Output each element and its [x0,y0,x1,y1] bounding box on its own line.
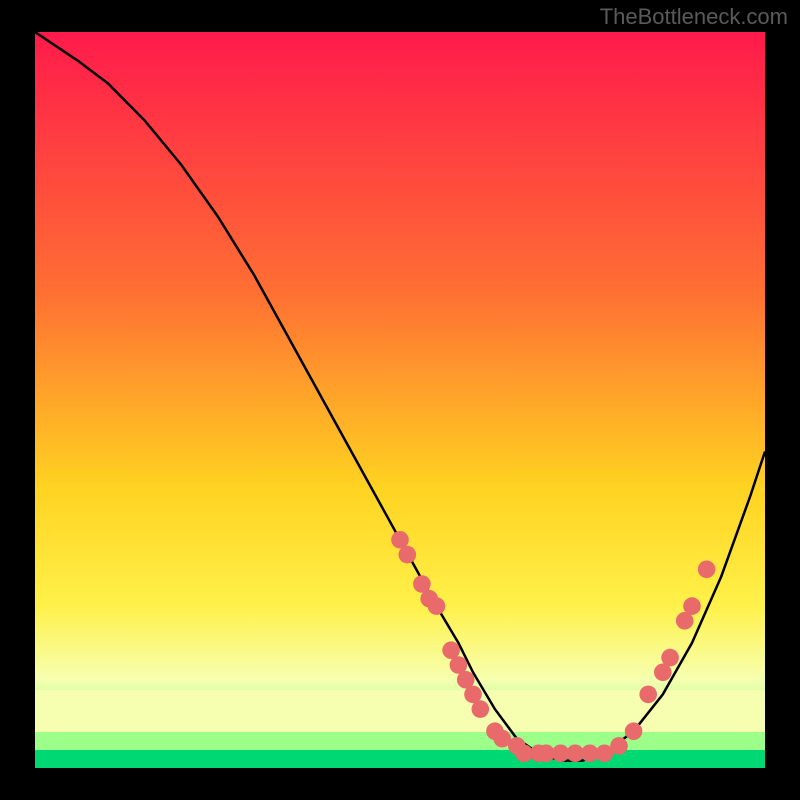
curve-marker [472,700,490,718]
curve-marker [661,649,679,667]
plot-light-green-band [35,732,765,750]
curve-marker [610,737,628,755]
curve-marker [698,561,716,579]
plot-background [35,32,765,768]
curve-marker [399,546,417,564]
curve-marker [428,597,446,615]
curve-marker [625,722,643,740]
watermark-text: TheBottleneck.com [600,4,788,30]
curve-marker [639,686,657,704]
plot-bottom-green-band [35,750,765,768]
bottleneck-chart [0,0,800,800]
chart-stage: { "watermark": "TheBottleneck.com", "col… [0,0,800,800]
curve-marker [683,597,701,615]
